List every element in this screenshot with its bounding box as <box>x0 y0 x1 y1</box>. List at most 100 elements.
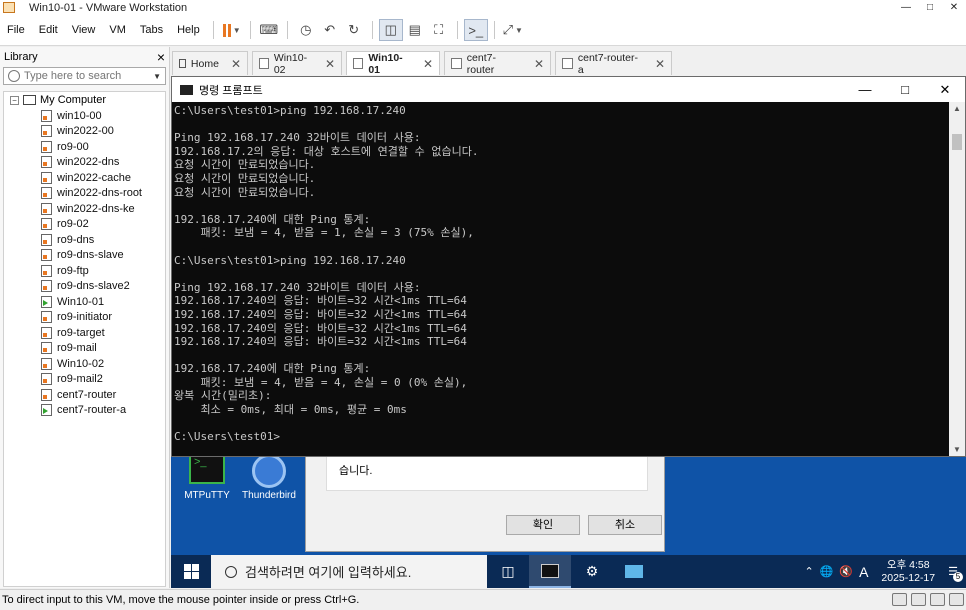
cmd-output-line: 192.168.17.240에 대한 Ping 통계: <box>174 212 371 226</box>
maximize-icon[interactable]: □ <box>918 0 942 15</box>
vm-display[interactable]: >_ MTPuTTY Thunderbird 습니다. 확인 취소 명령 프롬프… <box>171 76 966 588</box>
taskbar-search[interactable]: 검색하려면 여기에 입력하세요. <box>211 555 487 588</box>
menu-help[interactable]: Help <box>170 24 207 36</box>
tab-cent7-router[interactable]: cent7-router ✕ <box>444 51 551 76</box>
revert-icon: ↶ <box>324 22 336 37</box>
full-screen-button[interactable]: ⛶ <box>427 19 451 41</box>
taskbar-control-panel-button[interactable] <box>613 555 655 588</box>
vm-list-item[interactable]: win2022-dns <box>4 155 165 171</box>
revert-snapshot-button[interactable]: ↶ <box>318 19 342 41</box>
minimize-icon[interactable]: — <box>845 77 885 102</box>
tab-home[interactable]: Home ✕ <box>172 51 248 75</box>
taskbar-cmd-button[interactable] <box>529 555 571 588</box>
close-tab-icon[interactable]: ✕ <box>231 57 241 71</box>
cmd-icon <box>180 84 193 95</box>
cmd-output-line: 192.168.17.240의 응답: 바이트=32 시간<1ms TTL=64 <box>174 335 467 349</box>
close-tab-icon[interactable]: ✕ <box>655 57 665 71</box>
vm-list-item[interactable]: win2022-dns-root <box>4 186 165 202</box>
console-view-button[interactable]: >_ <box>463 19 488 41</box>
guest-taskbar: 검색하려면 여기에 입력하세요. ◫ ⚙ ⌃ 🌐 🔇 A 오후 4:58 202… <box>171 555 966 588</box>
tab-win10-02[interactable]: Win10-02 ✕ <box>252 51 342 76</box>
vm-list-item[interactable]: win2022-00 <box>4 124 165 140</box>
vm-list-item[interactable]: ro9-00 <box>4 139 165 155</box>
close-icon[interactable]: ✕ <box>942 0 966 15</box>
cmd-scrollbar[interactable]: ▲ ▼ <box>949 102 965 456</box>
close-tab-icon[interactable]: ✕ <box>325 57 335 71</box>
vm-list-item[interactable]: ro9-mail <box>4 341 165 357</box>
vm-list-item[interactable]: ro9-target <box>4 325 165 341</box>
send-ctrl-alt-del-button[interactable]: ⌨ <box>257 19 281 41</box>
home-icon <box>179 59 186 68</box>
vm-list-item[interactable]: ro9-ftp <box>4 263 165 279</box>
task-view-button[interactable]: ◫ <box>487 555 529 588</box>
cmd-output[interactable]: C:\Users\test01>ping 192.168.17.240 Ping … <box>174 104 949 454</box>
start-button[interactable] <box>171 555 211 588</box>
minimize-icon[interactable]: — <box>894 0 918 15</box>
menu-edit[interactable]: Edit <box>32 24 65 36</box>
chevron-down-icon[interactable]: ▼ <box>153 72 165 81</box>
library-search[interactable]: ▼ <box>3 67 166 85</box>
gear-icon: ⚙ <box>585 563 599 579</box>
command-prompt-window[interactable]: 명령 프롬프트 — □ ✕ C:\Users\test01>ping 192.1… <box>171 76 966 457</box>
ime-indicator[interactable]: A <box>859 564 868 580</box>
network-adapter-icon[interactable] <box>930 593 945 606</box>
tab-cent7-router-a[interactable]: cent7-router-a ✕ <box>555 51 672 76</box>
ok-button[interactable]: 확인 <box>506 515 580 535</box>
cmd-output-line <box>174 240 949 254</box>
taskbar-settings-button[interactable]: ⚙ <box>571 555 613 588</box>
cmd-icon <box>541 563 559 578</box>
library-close-icon[interactable]: × <box>157 49 165 65</box>
scroll-thumb[interactable] <box>952 134 962 150</box>
menu-vm[interactable]: VM <box>102 24 133 36</box>
notification-icon[interactable]: ☰ 5 <box>948 565 963 582</box>
pause-button[interactable]: ▼ <box>220 19 244 41</box>
cd-dvd-icon[interactable] <box>911 593 926 606</box>
tree-root-my-computer[interactable]: − My Computer <box>4 92 165 108</box>
scroll-up-icon[interactable]: ▲ <box>949 104 965 113</box>
vm-list-item[interactable]: ro9-02 <box>4 217 165 233</box>
vm-list-item[interactable]: ro9-mail2 <box>4 372 165 388</box>
clock-date: 2025-12-17 <box>881 571 936 584</box>
snapshot-manager-icon: ↻ <box>348 22 360 37</box>
maximize-icon[interactable]: □ <box>885 77 925 102</box>
vm-icon <box>41 202 52 215</box>
desktop-icon-thunderbird[interactable]: Thunderbird <box>239 454 299 501</box>
vm-list-item[interactable]: ro9-dns-slave2 <box>4 279 165 295</box>
snapshot-button[interactable]: ◷ <box>294 19 318 41</box>
menu-tabs[interactable]: Tabs <box>133 24 170 36</box>
stretch-button[interactable]: ⤢ ▼ <box>501 19 525 41</box>
desktop-icon-mtputty[interactable]: >_ MTPuTTY <box>177 454 237 501</box>
clock[interactable]: 오후 4:58 2025-12-17 <box>881 559 935 585</box>
vm-list-item[interactable]: ro9-initiator <box>4 310 165 326</box>
cmd-output-line: 192.168.17.240의 응답: 바이트=32 시간<1ms TTL=64 <box>174 307 467 321</box>
snapshot-manager-button[interactable]: ↻ <box>342 19 366 41</box>
vm-list-item[interactable]: cent7-router-a <box>4 403 165 419</box>
show-library-button[interactable]: ◫ <box>378 19 403 41</box>
chevron-up-icon[interactable]: ⌃ <box>804 565 813 578</box>
vm-name: ro9-ftp <box>57 264 89 277</box>
vm-list-item[interactable]: win2022-cache <box>4 170 165 186</box>
menu-file[interactable]: File <box>0 24 32 36</box>
close-icon[interactable]: ✕ <box>925 77 965 102</box>
scroll-down-icon[interactable]: ▼ <box>949 445 965 454</box>
vm-list-item[interactable]: cent7-router <box>4 387 165 403</box>
vm-list-item[interactable]: win2022-dns-ke <box>4 201 165 217</box>
vm-list-item[interactable]: Win10-01 <box>4 294 165 310</box>
vm-list-item[interactable]: ro9-dns <box>4 232 165 248</box>
close-tab-icon[interactable]: ✕ <box>534 57 544 71</box>
globe-icon[interactable]: 🌐 <box>820 565 834 578</box>
vm-list-item[interactable]: ro9-dns-slave <box>4 248 165 264</box>
vm-list-item[interactable]: Win10-02 <box>4 356 165 372</box>
library-title: Library <box>4 51 38 63</box>
cancel-button[interactable]: 취소 <box>588 515 662 535</box>
show-thumbnail-button[interactable]: ▤ <box>403 19 427 41</box>
library-search-input[interactable] <box>24 70 154 82</box>
close-tab-icon[interactable]: ✕ <box>423 57 433 71</box>
hard-disk-icon[interactable] <box>892 593 907 606</box>
display-icon[interactable] <box>949 593 964 606</box>
tab-win10-01[interactable]: Win10-01 ✕ <box>346 51 440 76</box>
speaker-muted-icon[interactable]: 🔇 <box>839 565 853 578</box>
menu-view[interactable]: View <box>65 24 103 36</box>
vm-list-item[interactable]: win10-00 <box>4 108 165 124</box>
collapse-icon[interactable]: − <box>10 95 19 105</box>
